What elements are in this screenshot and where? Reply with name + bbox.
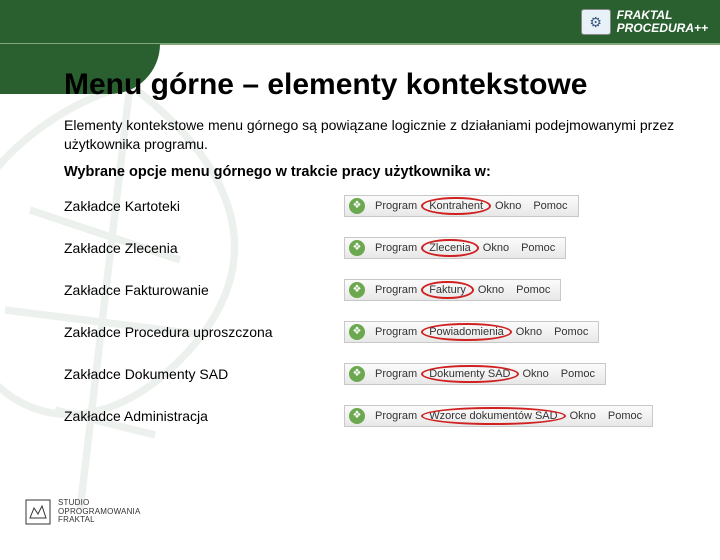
app-icon: ❖	[349, 408, 365, 424]
row-label: Zakładce Zlecenia	[64, 240, 344, 256]
example-row: Zakładce Dokumenty SAD ❖ ProgramDokumenty …	[64, 362, 680, 386]
menu-item[interactable]: Okno	[510, 325, 548, 339]
footer-logo: STUDIO OPROGRAMOWANIA FRAKTAL	[24, 498, 141, 526]
menu-item[interactable]: Kontrahent	[423, 199, 489, 213]
menu-item[interactable]: Program	[369, 409, 423, 423]
footer-text: STUDIO OPROGRAMOWANIA FRAKTAL	[58, 499, 141, 524]
app-icon: ❖	[349, 198, 365, 214]
row-label: Zakładce Procedura uproszczona	[64, 324, 344, 340]
brand-line2: PROCEDURA++	[617, 22, 708, 35]
menu-item[interactable]: Okno	[489, 199, 527, 213]
subtitle: Wybrane opcje menu górnego w trakcie pra…	[64, 164, 680, 180]
menu-item[interactable]: Program	[369, 367, 423, 381]
menu-item[interactable]: Zlecenia	[423, 241, 477, 255]
product-logo: ⚙ FRAKTAL PROCEDURA++	[581, 9, 708, 35]
rows-container: Zakładce Kartoteki❖ProgramKontrahentOkno…	[64, 194, 680, 428]
brand-text: FRAKTAL PROCEDURA++	[617, 9, 708, 35]
menubar-sample: ❖ ProgramPowiadomieniaOknoPomoc	[344, 321, 599, 343]
example-row: Zakładce Kartoteki ❖ ProgramKontrahentOkno…	[64, 194, 680, 218]
row-label: Zakładce Dokumenty SAD	[64, 366, 344, 382]
menu-item[interactable]: Program	[369, 283, 423, 297]
example-row: Zakładce Administracja ❖ ProgramWzorce dok…	[64, 404, 680, 428]
row-label: Zakładce Fakturowanie	[64, 282, 344, 298]
example-row: Zakładce Zlecenia ❖ ProgramZleceniaOknoPom…	[64, 236, 680, 260]
menu-item[interactable]: Program	[369, 325, 423, 339]
gear-icon: ⚙	[581, 9, 611, 35]
row-label: Zakładce Kartoteki	[64, 198, 344, 214]
menubar-sample: ❖ ProgramZleceniaOknoPomoc	[344, 237, 566, 259]
row-label: Zakładce Administracja	[64, 408, 344, 424]
menu-item[interactable]: Okno	[472, 283, 510, 297]
slide-title: Menu górne – elementy kontekstowe	[64, 68, 680, 102]
example-row: Zakładce Fakturowanie ❖ ProgramFakturyOkno…	[64, 278, 680, 302]
menubar-sample: ❖ ProgramFakturyOknoPomoc	[344, 279, 561, 301]
fraktal-company-icon	[24, 498, 52, 526]
menu-item[interactable]: Okno	[477, 241, 515, 255]
footer-line3: FRAKTAL	[58, 516, 141, 524]
menu-item[interactable]: Pomoc	[527, 199, 573, 213]
menu-item[interactable]: Pomoc	[602, 409, 648, 423]
menubar-sample: ❖ ProgramDokumenty SADOknoPomoc	[344, 363, 606, 385]
intro-text: Elementy kontekstowe menu górnego są pow…	[64, 116, 680, 154]
menubar-sample: ❖ ProgramWzorce dokumentów SADOknoPomoc	[344, 405, 653, 427]
app-icon: ❖	[349, 324, 365, 340]
menu-item[interactable]: Pomoc	[555, 367, 601, 381]
menubar-sample: ❖ ProgramKontrahentOknoPomoc	[344, 195, 579, 217]
menu-item[interactable]: Faktury	[423, 283, 472, 297]
header-bar: ⚙ FRAKTAL PROCEDURA++	[0, 0, 720, 44]
menu-item[interactable]: Wzorce dokumentów SAD	[423, 409, 563, 423]
menu-item[interactable]: Okno	[564, 409, 602, 423]
example-row: Zakładce Procedura uproszczona❖ProgramPo…	[64, 320, 680, 344]
app-icon: ❖	[349, 366, 365, 382]
menu-item[interactable]: Pomoc	[510, 283, 556, 297]
menu-item[interactable]: Dokumenty SAD	[423, 367, 516, 381]
menu-item[interactable]: Pomoc	[548, 325, 594, 339]
menu-item[interactable]: Okno	[517, 367, 555, 381]
menu-item[interactable]: Program	[369, 241, 423, 255]
app-icon: ❖	[349, 240, 365, 256]
menu-item[interactable]: Program	[369, 199, 423, 213]
app-icon: ❖	[349, 282, 365, 298]
menu-item[interactable]: Pomoc	[515, 241, 561, 255]
menu-item[interactable]: Powiadomienia	[423, 325, 510, 339]
